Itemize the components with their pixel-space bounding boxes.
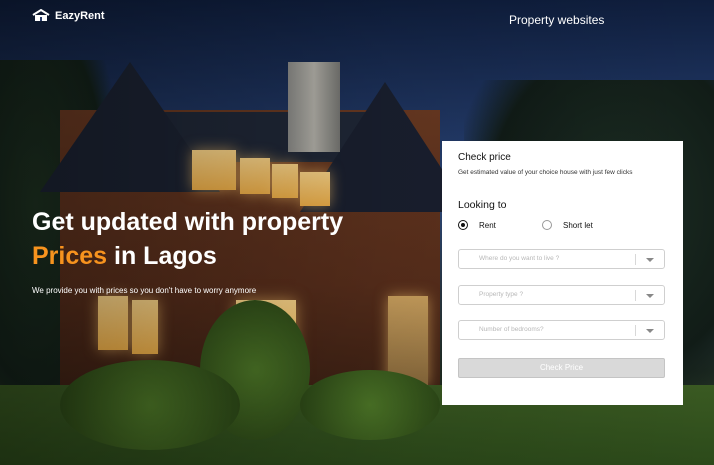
- radio-rent-label: Rent: [479, 220, 496, 230]
- hero-title: Get updated with property Prices in Lago…: [32, 205, 422, 273]
- chevron-down-icon[interactable]: [646, 329, 654, 333]
- brand-logo[interactable]: EazyRent: [32, 8, 105, 22]
- hero-title-line1: Get updated with property: [32, 208, 344, 236]
- location-placeholder: Where do you want to live ?: [479, 255, 560, 262]
- radio-short-let[interactable]: Short let: [542, 220, 593, 230]
- chevron-down-icon[interactable]: [646, 294, 654, 298]
- select-separator: [635, 254, 636, 265]
- select-separator: [635, 290, 636, 301]
- bedrooms-placeholder: Number of bedrooms?: [479, 326, 544, 333]
- radio-unselected-indicator[interactable]: [542, 220, 552, 230]
- radio-rent[interactable]: Rent: [458, 220, 496, 230]
- card-subtitle: Get estimated value of your choice house…: [458, 169, 633, 176]
- select-separator: [635, 325, 636, 336]
- property-type-placeholder: Property type ?: [479, 291, 524, 298]
- hero-title-accent: Prices: [32, 242, 108, 270]
- property-type-select[interactable]: Property type ?: [458, 285, 665, 305]
- hero-subtitle: We provide you with prices so you don't …: [32, 286, 257, 295]
- check-price-card: Check price Get estimated value of your …: [442, 141, 683, 405]
- card-title: Check price: [458, 152, 511, 163]
- brand-name: EazyRent: [55, 9, 105, 22]
- location-select[interactable]: Where do you want to live ?: [458, 249, 665, 269]
- radio-selected-indicator[interactable]: [458, 220, 468, 230]
- check-price-button[interactable]: Check Price: [458, 358, 665, 378]
- looking-to-label: Looking to: [458, 199, 507, 211]
- hero-title-line2: in Lagos: [107, 242, 217, 270]
- nav-property-websites-link[interactable]: Property websites: [509, 13, 604, 27]
- chevron-down-icon[interactable]: [646, 258, 654, 262]
- house-logo-icon: [32, 8, 50, 22]
- radio-short-let-label: Short let: [563, 220, 593, 230]
- bedrooms-select[interactable]: Number of bedrooms?: [458, 320, 665, 340]
